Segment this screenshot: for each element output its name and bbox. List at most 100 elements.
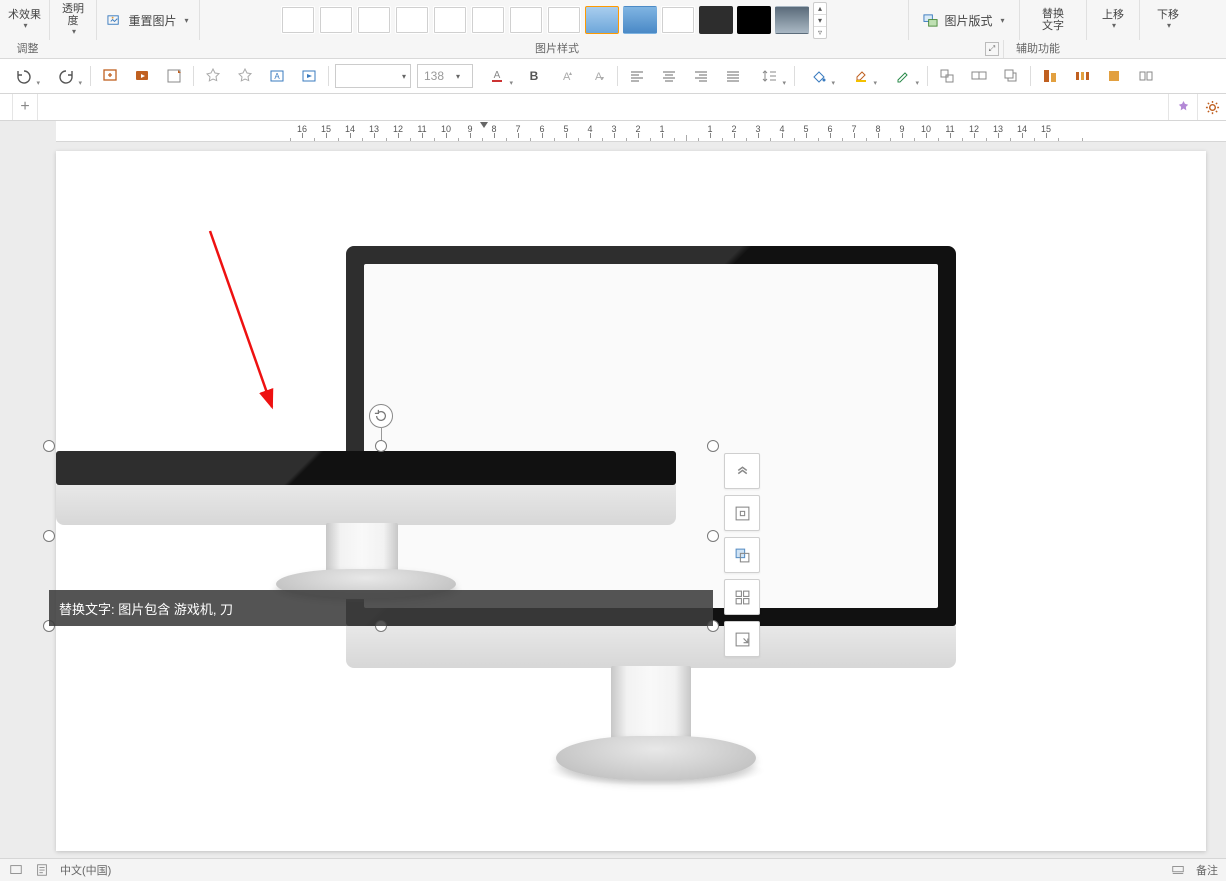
style-thumb[interactable] — [395, 6, 429, 34]
send-back-button[interactable] — [724, 537, 760, 573]
undo-button[interactable]: ▾ — [6, 63, 42, 89]
rotate-handle[interactable] — [369, 404, 393, 428]
style-thumb[interactable] — [471, 6, 505, 34]
crop-expand-button[interactable] — [724, 621, 760, 657]
slide-canvas[interactable]: 替换文字: 图片包含 游戏机, 刀 — [56, 151, 1206, 851]
new-slide-button[interactable] — [97, 63, 123, 89]
separator — [794, 66, 795, 86]
more-button[interactable] — [1133, 63, 1159, 89]
pen-button[interactable]: ▾ — [885, 63, 921, 89]
floating-layout-toolbar — [724, 453, 760, 657]
style-thumb[interactable] — [509, 6, 543, 34]
alt-text-label-2: 文字 — [1042, 21, 1064, 32]
status-text-partial: 备注 — [1196, 862, 1218, 878]
image-layout-button[interactable]: 图片版式 ▾ — [909, 0, 1020, 40]
gallery-scroll: ▴ ▾ ▿ — [813, 2, 827, 39]
document-tab-bar: + — [0, 94, 1226, 121]
notes-icon[interactable] — [34, 862, 50, 878]
from-beginning-button[interactable] — [129, 63, 155, 89]
ribbon-section-labels: 调整 图片样式 ⤢ 辅助功能 — [0, 40, 1226, 58]
gear-icon[interactable] — [1197, 94, 1226, 120]
style-thumb[interactable] — [319, 6, 353, 34]
chevron-down-icon: ▾ — [36, 79, 40, 87]
chevron-down-icon: ▾ — [1001, 16, 1005, 25]
style-thumb-selected[interactable] — [585, 6, 619, 34]
resize-handle-e[interactable] — [707, 530, 719, 542]
style-thumb[interactable] — [775, 6, 809, 34]
rotate-button[interactable] — [1101, 63, 1127, 89]
style-thumb[interactable] — [547, 6, 581, 34]
chevron-down-icon: ▾ — [78, 79, 82, 87]
font-color-button[interactable]: A▾ — [479, 63, 515, 89]
magic-icon[interactable] — [1168, 94, 1197, 120]
style-thumb[interactable] — [623, 6, 657, 34]
svg-text:A: A — [494, 70, 501, 81]
chevron-down-icon: ▾ — [915, 79, 919, 87]
text-box-button[interactable]: A — [264, 63, 290, 89]
decrease-font-button[interactable]: A▾ — [585, 63, 611, 89]
font-family-select[interactable]: ▾ — [335, 64, 411, 88]
chevron-down-icon: ▾ — [509, 79, 513, 87]
gallery-scroll-down[interactable]: ▾ — [814, 14, 826, 26]
collapse-up-button[interactable] — [724, 453, 760, 489]
reset-image-icon — [107, 13, 122, 28]
section-button[interactable] — [161, 63, 187, 89]
distribute-button[interactable] — [1069, 63, 1095, 89]
alt-text-button[interactable]: 替换 文字 — [1020, 0, 1087, 40]
star-fill-button[interactable] — [232, 63, 258, 89]
group-button[interactable] — [934, 63, 960, 89]
quick-format-bar: ▾ ▾ A ▾ ▾ A▾ B A▴ A▾ ▾ ▾ ▾ ▾ — [0, 59, 1226, 94]
artistic-effects-button[interactable]: 术效果▾ — [0, 0, 50, 40]
language-indicator[interactable]: 中文(中国) — [60, 862, 111, 878]
align-left-button[interactable] — [624, 63, 650, 89]
increase-font-button[interactable]: A▴ — [553, 63, 579, 89]
add-tab-button[interactable]: + — [13, 94, 38, 120]
align-objects-button[interactable] — [1037, 63, 1063, 89]
resize-handle-w[interactable] — [43, 530, 55, 542]
ungroup-button[interactable] — [966, 63, 992, 89]
resize-handle-nw[interactable] — [43, 440, 55, 452]
style-thumb[interactable] — [661, 6, 695, 34]
transparency-button[interactable]: 透明度▾ — [50, 0, 97, 40]
redo-button[interactable]: ▾ — [48, 63, 84, 89]
reset-image-button[interactable]: 重置图片 ▾ — [107, 12, 188, 29]
style-thumb[interactable] — [357, 6, 391, 34]
resize-handle-ne[interactable] — [707, 440, 719, 452]
reset-image-label: 重置图片 — [128, 12, 176, 29]
artistic-effects-label: 术效果 — [8, 10, 41, 21]
media-button[interactable] — [296, 63, 322, 89]
style-thumb[interactable] — [433, 6, 467, 34]
center-align-button[interactable] — [724, 495, 760, 531]
selection-box[interactable]: 替换文字: 图片包含 游戏机, 刀 — [48, 445, 714, 627]
svg-text:▾: ▾ — [601, 76, 604, 82]
align-right-button[interactable] — [688, 63, 714, 89]
align-justify-button[interactable] — [720, 63, 746, 89]
chevron-down-icon: ▾ — [72, 28, 76, 36]
style-thumb[interactable] — [699, 6, 733, 34]
move-up-button[interactable]: 上移▾ — [1087, 0, 1140, 40]
alt-text-label-1: 替换 — [1042, 9, 1064, 20]
status-icon[interactable] — [8, 862, 24, 878]
dialog-launcher-icon[interactable]: ⤢ — [985, 42, 999, 56]
align-center-button[interactable] — [656, 63, 682, 89]
ribbon-overflow[interactable] — [1196, 0, 1226, 40]
horizontal-ruler[interactable]: 1615141312111098765432112345678910111213… — [56, 121, 1226, 142]
style-thumb[interactable] — [281, 6, 315, 34]
line-spacing-button[interactable]: ▾ — [752, 63, 788, 89]
chevron-down-icon: ▾ — [402, 72, 406, 81]
gallery-expand[interactable]: ▿ — [814, 26, 826, 38]
svg-text:▴: ▴ — [569, 71, 572, 77]
bold-button[interactable]: B — [521, 63, 547, 89]
move-down-button[interactable]: 下移▾ — [1140, 0, 1196, 40]
notes-toggle-icon[interactable] — [1170, 862, 1186, 878]
font-size-select[interactable]: ▾ — [417, 64, 473, 88]
star-outline-button[interactable] — [200, 63, 226, 89]
resize-handle-n[interactable] — [375, 440, 387, 452]
font-size-input[interactable] — [422, 68, 454, 84]
highlight-button[interactable]: ▾ — [843, 63, 879, 89]
style-thumb[interactable] — [737, 6, 771, 34]
layout-grid-button[interactable] — [724, 579, 760, 615]
shape-fill-button[interactable]: ▾ — [801, 63, 837, 89]
gallery-scroll-up[interactable]: ▴ — [814, 3, 826, 14]
bring-forward-button[interactable] — [998, 63, 1024, 89]
